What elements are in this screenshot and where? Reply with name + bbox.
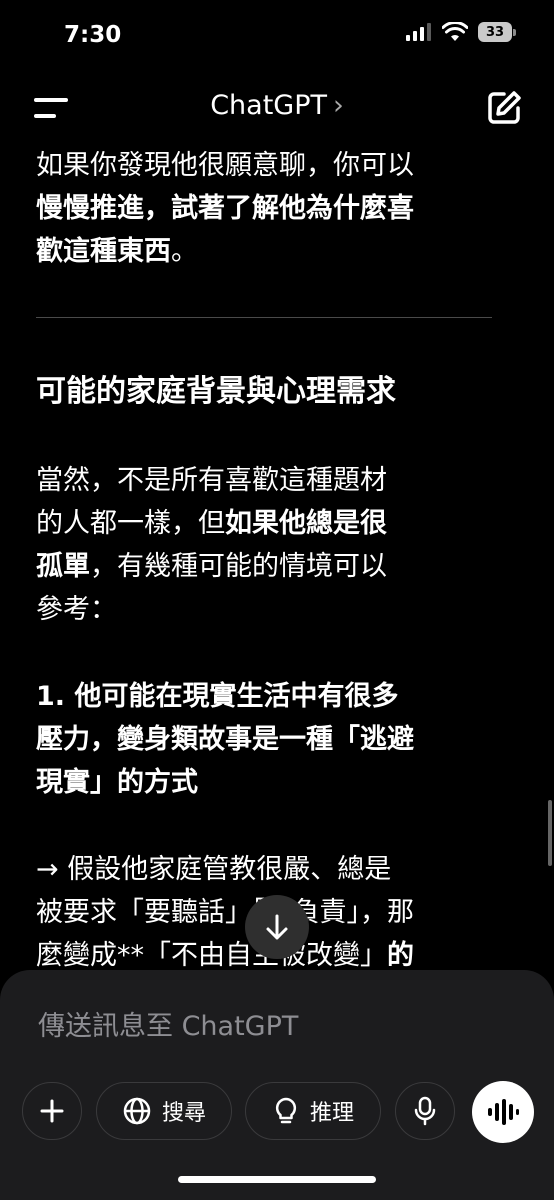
cellular-signal-icon	[406, 23, 431, 41]
home-indicator	[178, 1176, 376, 1183]
globe-icon	[123, 1097, 151, 1125]
search-button[interactable]: 搜尋	[96, 1082, 232, 1140]
composer: 搜尋 推理	[0, 970, 554, 1200]
plus-icon	[40, 1099, 64, 1123]
composer-toolbar: 搜尋 推理	[22, 1081, 534, 1143]
battery-level: 33	[478, 22, 512, 42]
search-button-label: 搜尋	[161, 1101, 206, 1126]
nav-bar: ChatGPT ›	[0, 72, 554, 144]
message-paragraph: 如果你發現他很願意聊，你可以 慢慢推進，試著了解他為什麼喜 歡這種東西。	[36, 150, 414, 267]
chat-title-button[interactable]: ChatGPT ›	[0, 90, 554, 121]
dictation-button[interactable]	[395, 1082, 455, 1140]
battery-icon: 33	[478, 22, 516, 42]
section-heading: 可能的家庭背景與心理需求	[36, 374, 396, 409]
add-attachment-button[interactable]	[22, 1082, 82, 1140]
status-time: 7:30	[64, 22, 122, 48]
scroll-to-bottom-button[interactable]	[245, 895, 309, 959]
lightbulb-icon	[275, 1097, 297, 1124]
wifi-icon	[442, 22, 468, 41]
voice-mode-button[interactable]	[472, 1081, 534, 1143]
reason-button[interactable]: 推理	[245, 1082, 381, 1140]
arrow-down-icon	[266, 914, 288, 940]
voice-mode-icon	[488, 1099, 519, 1125]
scrollbar[interactable]	[548, 800, 552, 866]
status-icons: 33	[406, 22, 516, 42]
message-paragraph: 當然，不是所有喜歡這種題材 的人都一樣，但如果他總是很 孤單，有幾種可能的情境可…	[36, 465, 387, 625]
status-bar: 7:30 33	[0, 0, 554, 72]
chat-title: ChatGPT	[210, 90, 327, 121]
chevron-right-icon: ›	[332, 90, 344, 121]
section-divider	[36, 317, 492, 318]
reason-button-label: 推理	[309, 1101, 354, 1126]
compose-icon[interactable]	[484, 88, 524, 128]
numbered-point-heading: 1. 他可能在現實生活中有很多 壓力，變身類故事是一種「逃避 現實」的方式	[36, 681, 414, 798]
message-input[interactable]	[38, 1004, 508, 1048]
microphone-icon	[414, 1096, 436, 1126]
